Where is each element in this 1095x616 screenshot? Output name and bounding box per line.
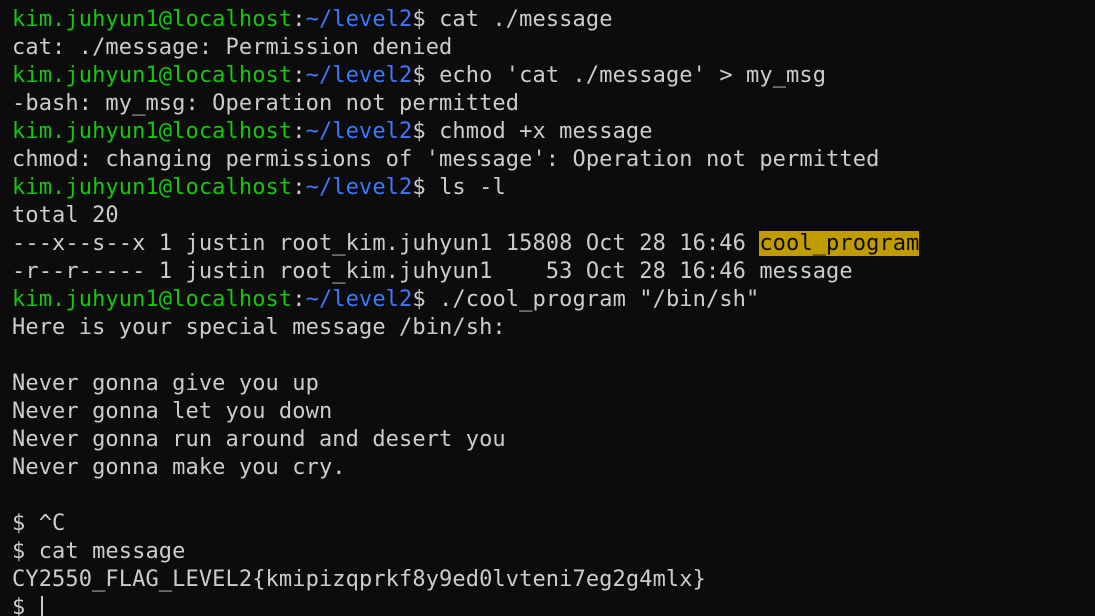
- prompt-symbol: $: [412, 7, 440, 32]
- ls-entry-filename: message: [759, 259, 853, 284]
- prompt-path: ~/level2: [305, 175, 413, 200]
- command-text: ls -l: [439, 175, 506, 200]
- prompt-separator: :: [292, 63, 306, 88]
- prompt-path: ~/level2: [305, 119, 413, 144]
- prompt-line: kim.juhyun1@localhost:~/level2$ cat ./me…: [12, 6, 1095, 34]
- prompt-separator: :: [292, 7, 306, 32]
- output-text: total 20: [12, 203, 119, 228]
- prompt-line: kim.juhyun1@localhost:~/level2$ chmod +x…: [12, 118, 1095, 146]
- prompt-symbol: $: [412, 287, 440, 312]
- output-line: total 20: [12, 202, 1095, 230]
- prompt-symbol: $: [412, 63, 440, 88]
- output-line: Never gonna make you cry.: [12, 454, 1095, 482]
- output-text: $ ^C: [12, 511, 66, 536]
- output-text: Never gonna let you down: [12, 399, 333, 424]
- output-line: Never gonna run around and desert you: [12, 426, 1095, 454]
- prompt-user-host: kim.juhyun1@localhost: [12, 119, 293, 144]
- prompt-path: ~/level2: [305, 63, 413, 88]
- ls-entry-details: ---x--s--x 1 justin root_kim.juhyun1 158…: [12, 231, 760, 256]
- output-text: CY2550_FLAG_LEVEL2{kmipizqprkf8y9ed0lvte…: [12, 567, 706, 592]
- output-line: CY2550_FLAG_LEVEL2{kmipizqprkf8y9ed0lvte…: [12, 566, 1095, 594]
- command-text: cat ./message: [439, 7, 613, 32]
- terminal-output: kim.juhyun1@localhost:~/level2$ cat ./me…: [12, 6, 1095, 616]
- command-text: echo 'cat ./message' > my_msg: [439, 63, 827, 88]
- input-line: $: [12, 594, 1095, 616]
- prompt-line: kim.juhyun1@localhost:~/level2$ echo 'ca…: [12, 62, 1095, 90]
- output-text: $ cat message: [12, 539, 186, 564]
- prompt-symbol: $: [412, 175, 440, 200]
- output-text: Never gonna run around and desert you: [12, 427, 506, 452]
- command-text: ./cool_program "/bin/sh": [439, 287, 760, 312]
- output-line: Never gonna give you up: [12, 370, 1095, 398]
- prompt-user-host: kim.juhyun1@localhost: [12, 63, 293, 88]
- prompt-separator: :: [292, 175, 306, 200]
- prompt-separator: :: [292, 119, 306, 144]
- output-line: -bash: my_msg: Operation not permitted: [12, 90, 1095, 118]
- terminal-window[interactable]: kim.juhyun1@localhost:~/level2$ cat ./me…: [0, 0, 1095, 616]
- prompt-line: kim.juhyun1@localhost:~/level2$ ls -l: [12, 174, 1095, 202]
- output-text: chmod: changing permissions of 'message'…: [12, 147, 880, 172]
- command-text: chmod +x message: [439, 119, 653, 144]
- prompt-path: ~/level2: [305, 287, 413, 312]
- ls-entry-filename: cool_program: [759, 231, 920, 256]
- text-cursor[interactable]: [40, 596, 43, 616]
- prompt-symbol: $: [412, 119, 440, 144]
- output-text: Never gonna make you cry.: [12, 455, 346, 480]
- output-text: Never gonna give you up: [12, 371, 319, 396]
- prompt-user-host: kim.juhyun1@localhost: [12, 287, 293, 312]
- prompt-line: kim.juhyun1@localhost:~/level2$ ./cool_p…: [12, 286, 1095, 314]
- prompt-separator: :: [292, 287, 306, 312]
- output-line: chmod: changing permissions of 'message'…: [12, 146, 1095, 174]
- output-line: $ cat message: [12, 538, 1095, 566]
- output-text: -bash: my_msg: Operation not permitted: [12, 91, 520, 116]
- output-text: cat: ./message: Permission denied: [12, 35, 453, 60]
- prompt-path: ~/level2: [305, 7, 413, 32]
- prompt-user-host: kim.juhyun1@localhost: [12, 175, 293, 200]
- ls-entry-details: -r--r----- 1 justin root_kim.juhyun1 53 …: [12, 259, 760, 284]
- output-line: Here is your special message /bin/sh:: [12, 314, 1095, 342]
- output-line: cat: ./message: Permission denied: [12, 34, 1095, 62]
- output-line: Never gonna let you down: [12, 398, 1095, 426]
- prompt-user-host: kim.juhyun1@localhost: [12, 7, 293, 32]
- output-line: $ ^C: [12, 510, 1095, 538]
- ls-entry: -r--r----- 1 justin root_kim.juhyun1 53 …: [12, 258, 1095, 286]
- shell-prompt: $: [12, 595, 39, 616]
- output-text: Here is your special message /bin/sh:: [12, 315, 506, 340]
- ls-entry: ---x--s--x 1 justin root_kim.juhyun1 158…: [12, 230, 1095, 258]
